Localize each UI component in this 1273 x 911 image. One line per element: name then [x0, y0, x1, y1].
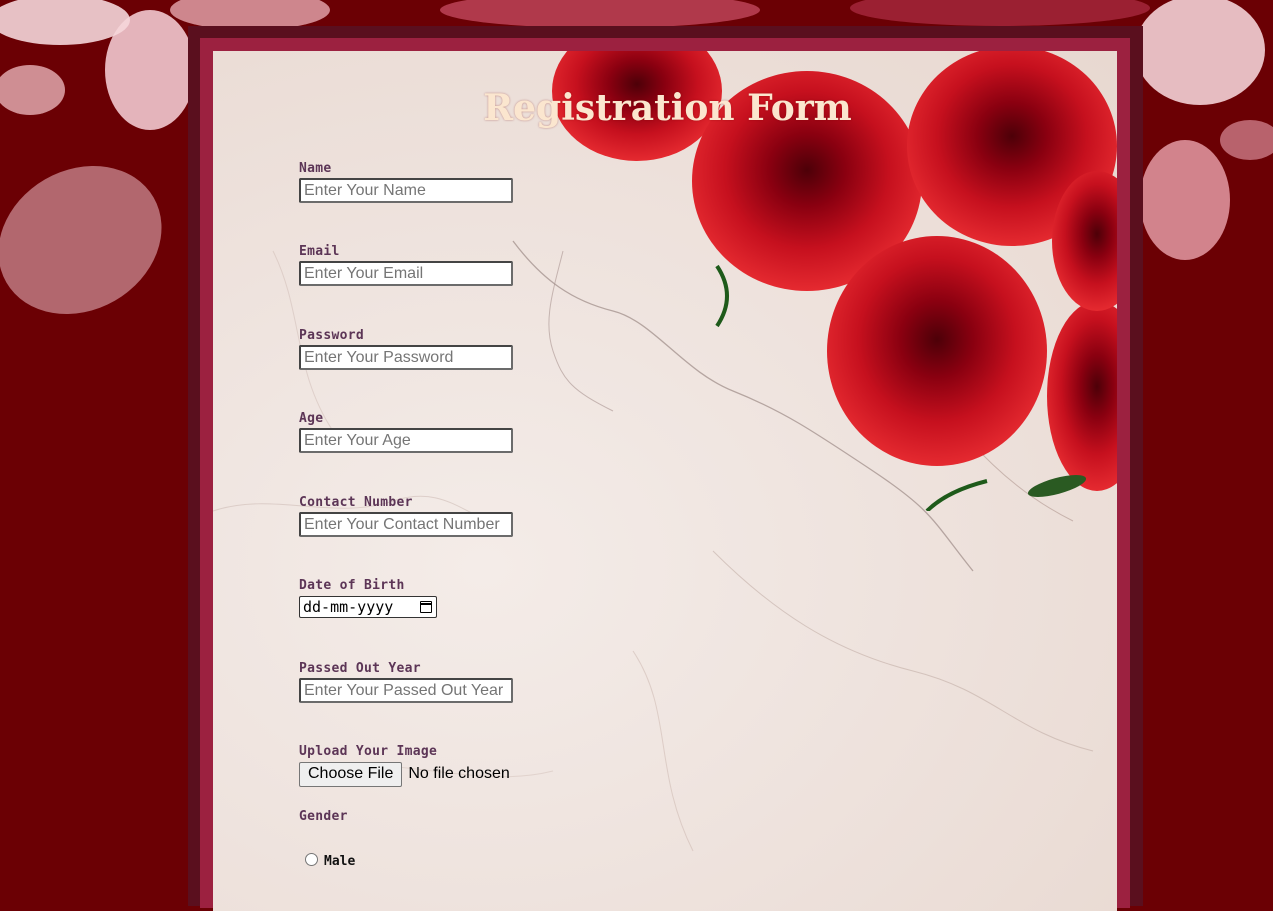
form-panel: Registration Form Name Email Password Ag…	[213, 51, 1117, 911]
passed-out-year-label: Passed Out Year	[299, 661, 421, 676]
email-input[interactable]	[299, 261, 513, 286]
male-radio-label: Male	[324, 854, 356, 869]
password-label: Password	[299, 328, 365, 343]
dob-value: dd-mm-yyyy	[303, 598, 394, 616]
choose-file-button[interactable]: Choose File	[299, 761, 403, 787]
contact-number-input[interactable]	[299, 512, 513, 537]
calendar-icon[interactable]	[420, 601, 432, 613]
password-input[interactable]	[299, 345, 513, 370]
contact-number-label: Contact Number	[299, 495, 413, 510]
gender-label: Gender	[299, 809, 348, 824]
file-upload: Choose File No file chosen	[299, 761, 510, 787]
passed-out-year-input[interactable]	[299, 678, 513, 703]
dob-label: Date of Birth	[299, 578, 405, 593]
name-label: Name	[299, 161, 332, 176]
upload-label: Upload Your Image	[299, 744, 438, 759]
dob-input[interactable]: dd-mm-yyyy	[299, 596, 437, 618]
gender-option-male[interactable]: Male	[305, 849, 355, 869]
male-radio[interactable]	[305, 852, 318, 866]
file-status: No file chosen	[408, 765, 510, 782]
age-input[interactable]	[299, 428, 513, 453]
form-title: Registration Form	[483, 87, 852, 129]
email-label: Email	[299, 244, 340, 259]
age-label: Age	[299, 411, 324, 426]
name-input[interactable]	[299, 178, 513, 203]
